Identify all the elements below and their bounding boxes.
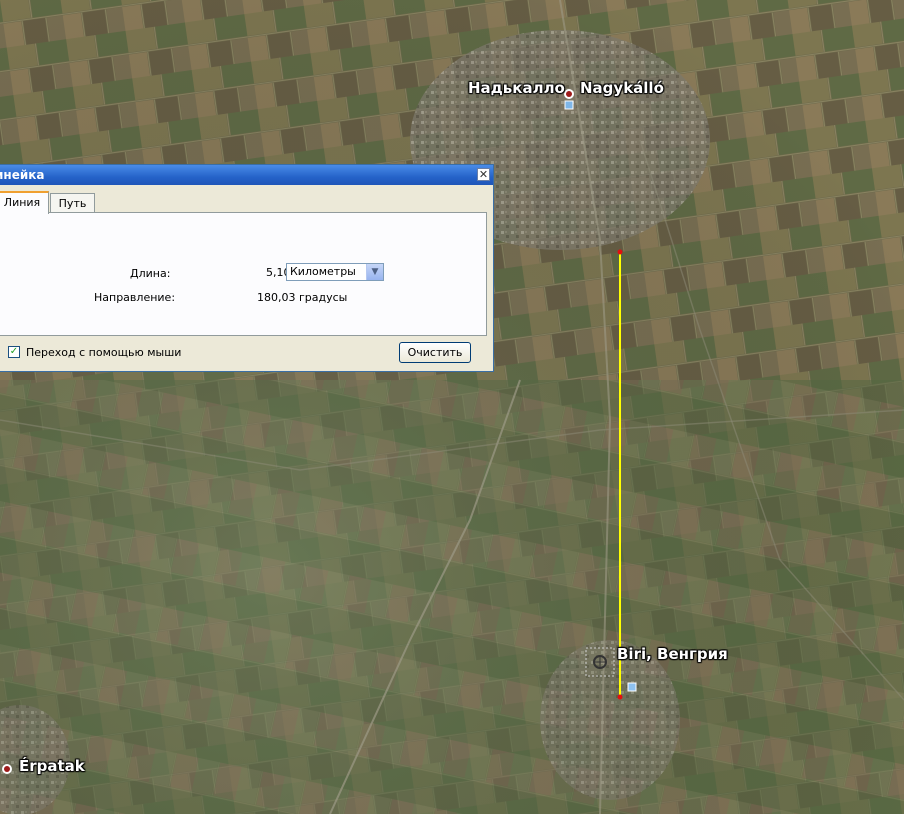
place-label-nadkallo[interactable]: Надькалло [468, 79, 565, 97]
place-label-biri[interactable]: Biri, Венгрия [617, 645, 728, 663]
ruler-end-point [617, 694, 623, 700]
place-label-erpatak[interactable]: Érpatak [19, 757, 85, 775]
length-label: Длина: [130, 267, 171, 280]
dialog-titlebar[interactable]: инейка ✕ [0, 165, 493, 185]
direction-value: 180,03 градусы [257, 291, 348, 304]
unit-select[interactable]: Километры ▼ [286, 263, 384, 281]
tab-panel: Длина: 5,10 Километры ▼ Направление: 180… [0, 212, 487, 336]
tab-line[interactable]: Линия [0, 191, 49, 214]
ruler-dialog: инейка ✕ Линия Путь Длина: 5,10 Километр… [0, 164, 494, 372]
place-label-nagykallo[interactable]: Nagykálló [580, 79, 664, 97]
tab-path[interactable]: Путь [50, 193, 95, 214]
clear-button[interactable]: Очистить [399, 342, 471, 363]
mouse-nav-label[interactable]: Переход с помощью мыши [26, 346, 181, 359]
mouse-nav-checkbox[interactable]: ✓ [8, 346, 20, 358]
direction-label: Направление: [94, 291, 176, 304]
close-icon[interactable]: ✕ [477, 168, 490, 181]
ruler-start-point [617, 249, 623, 255]
dialog-title: инейка [0, 168, 45, 182]
chevron-down-icon[interactable]: ▼ [366, 264, 383, 280]
unit-select-value: Километры [290, 265, 356, 278]
satellite-map[interactable] [0, 0, 904, 814]
